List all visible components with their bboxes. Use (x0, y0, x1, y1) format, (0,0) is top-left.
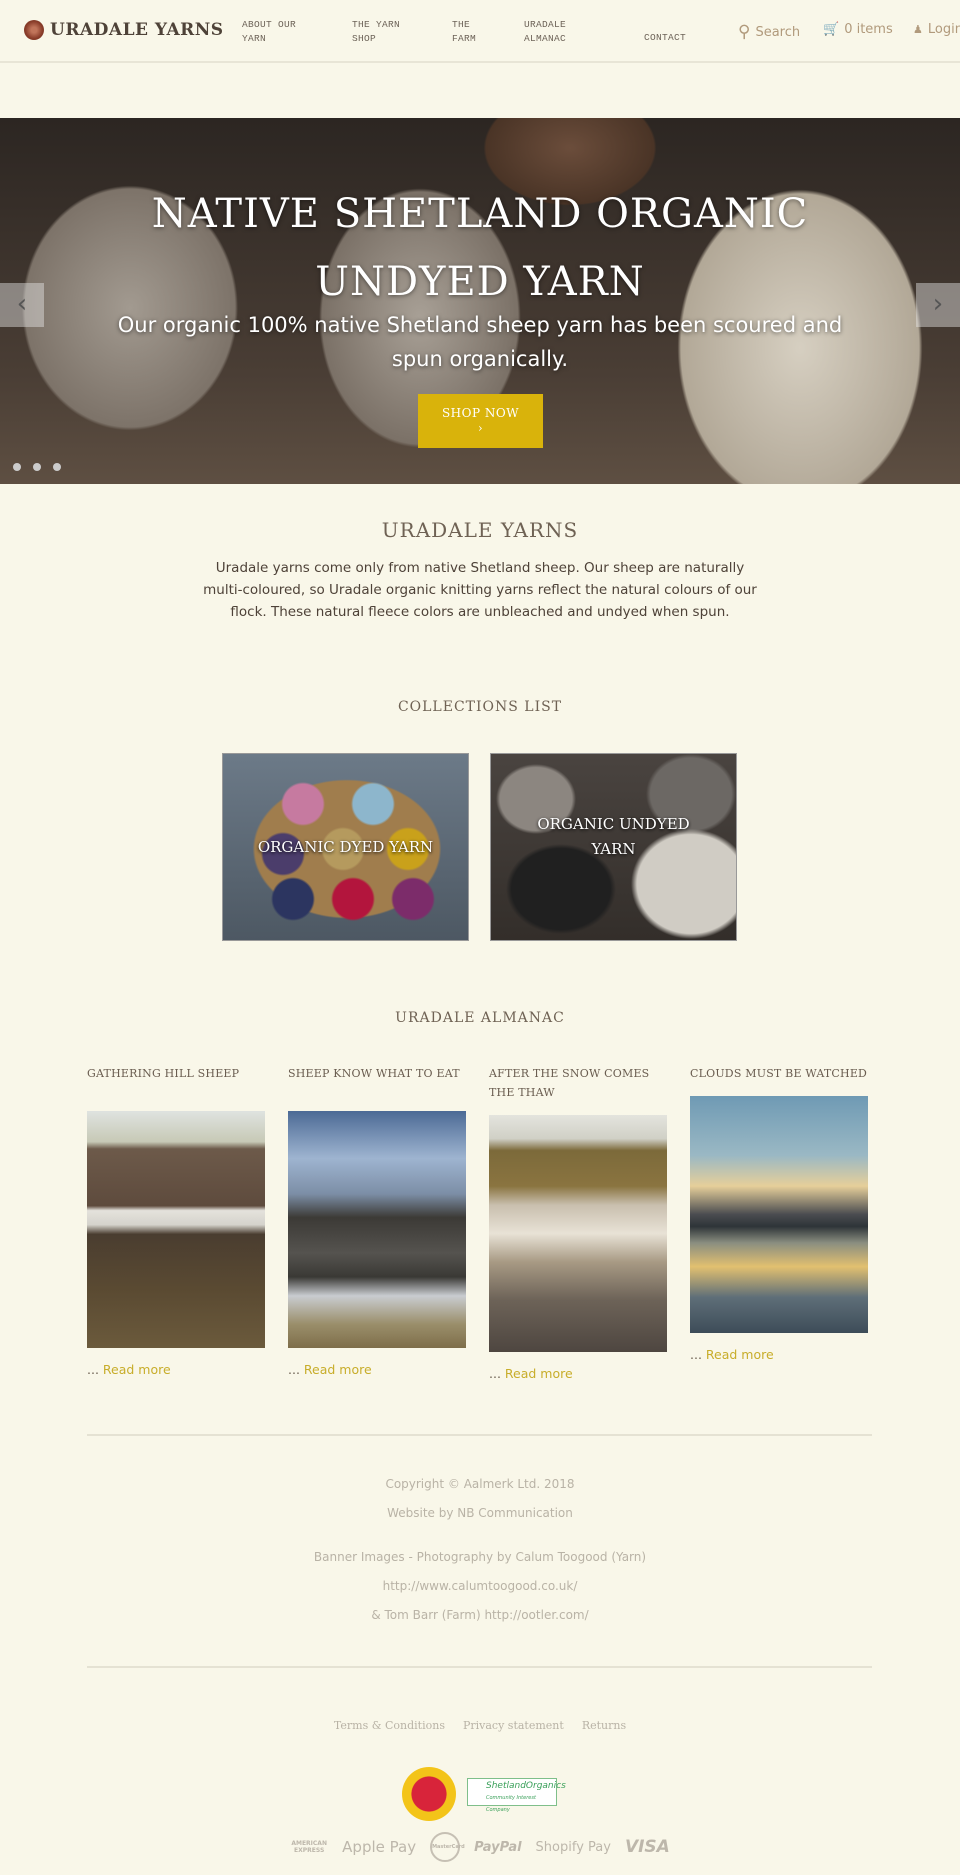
chevron-right-icon: › (477, 421, 484, 435)
hero-subtitle: Our organic 100% native Shetland sheep y… (117, 313, 843, 371)
search-link[interactable]: ⚲ Search (738, 22, 800, 42)
terms-link[interactable]: Terms & Conditions (334, 1719, 445, 1732)
hero-title: NATIVE SHETLAND ORGANIC UNDYED YARN (151, 191, 809, 305)
prev-slide-button[interactable]: ‹ (0, 283, 44, 327)
cart-label: 0 items (844, 22, 893, 37)
amex-icon: AMERICAN EXPRESS (291, 1840, 327, 1854)
post-title[interactable]: GATHERING HILL SHEEP (87, 1064, 265, 1083)
website-credit[interactable]: Website by NB Communication (0, 1506, 960, 1520)
almanac-post: SHEEP KNOW WHAT TO EAT ... Read more (288, 1064, 466, 1377)
search-icon: ⚲ (738, 22, 751, 42)
chevron-right-icon: › (932, 289, 944, 319)
collection-organic-undyed-yarn[interactable]: ORGANIC UNDYED YARN (490, 753, 737, 941)
slide-dots (13, 463, 61, 471)
collection-organic-dyed-yarn[interactable]: ORGANIC DYED YARN (222, 753, 469, 941)
shopify-pay-icon: Shopify Pay (535, 1839, 611, 1855)
returns-link[interactable]: Returns (582, 1719, 626, 1732)
nav-yarn-shop[interactable]: THE YARN SHOP (352, 18, 412, 46)
read-more-link[interactable]: Read more (505, 1366, 573, 1381)
ellipsis: ... (87, 1362, 99, 1377)
user-icon: ♟ (913, 23, 923, 36)
next-slide-button[interactable]: › (916, 283, 960, 327)
cart-link[interactable]: 🛒 0 items (823, 22, 893, 37)
read-more-link[interactable]: Read more (304, 1362, 372, 1377)
read-more-link[interactable]: Read more (103, 1362, 171, 1377)
visa-icon: VISA (624, 1837, 670, 1857)
chevron-left-icon: ‹ (16, 289, 28, 319)
ellipsis: ... (690, 1347, 702, 1362)
post-title[interactable]: CLOUDS MUST BE WATCHED (690, 1064, 868, 1083)
post-image[interactable] (87, 1111, 265, 1348)
post-title[interactable]: AFTER THE SNOW COMES THE THAW (489, 1064, 667, 1102)
badge-subtitle: Community Interest Company (486, 1795, 536, 1813)
collections-title: COLLECTIONS LIST (397, 699, 563, 715)
shop-now-button[interactable]: SHOP NOW › (418, 394, 543, 448)
almanac-post: CLOUDS MUST BE WATCHED ... Read more (690, 1064, 868, 1362)
intro-title: URADALE YARNS (381, 518, 579, 542)
copyright: Copyright © Aalmerk Ltd. 2018 (385, 1477, 575, 1491)
ellipsis: ... (288, 1362, 300, 1377)
read-more: ... Read more (288, 1362, 466, 1377)
apple-pay-icon: Apple Pay (342, 1838, 417, 1856)
privacy-link[interactable]: Privacy statement (463, 1719, 564, 1732)
shetland-organics-badge: ShetlandOrganics Community Interest Compa… (467, 1778, 566, 1813)
post-image[interactable] (288, 1111, 466, 1348)
post-title[interactable]: SHEEP KNOW WHAT TO EAT (288, 1064, 466, 1083)
post-image[interactable] (690, 1096, 868, 1333)
payment-icons: AMERICAN EXPRESS Apple Pay MasterCard Pa… (0, 1832, 960, 1862)
site-header: URADALE YARNS ABOUT OUR YARN THE YARN SH… (0, 0, 960, 63)
badge-name: ShetlandOrganics (486, 1781, 566, 1791)
read-more-link[interactable]: Read more (706, 1347, 774, 1362)
almanac-post: AFTER THE SNOW COMES THE THAW ... Read m… (489, 1064, 667, 1381)
logo-text: URADALE YARNS (50, 20, 224, 40)
search-label: Search (755, 24, 801, 40)
nav-contact[interactable]: CONTACT (644, 31, 686, 45)
photographer-url[interactable]: http://www.calumtoogood.co.uk/ (0, 1579, 960, 1593)
slide-dot[interactable] (13, 463, 21, 471)
farm-credit[interactable]: & Tom Barr (Farm) http://ootler.com/ (0, 1608, 960, 1622)
footer-divider (87, 1666, 872, 1668)
banner-credit: Banner Images - Photography by Calum Too… (313, 1550, 647, 1564)
footer-divider (87, 1434, 872, 1436)
footer-links: Terms & Conditions Privacy statement Ret… (0, 1719, 960, 1732)
read-more: ... Read more (690, 1347, 868, 1362)
mastercard-icon: MasterCard (430, 1832, 465, 1862)
post-image[interactable] (489, 1115, 667, 1352)
paypal-icon: PayPal (474, 1839, 522, 1855)
collection-label: ORGANIC DYED YARN (257, 837, 434, 856)
almanac-title: URADALE ALMANAC (395, 1010, 565, 1026)
nav-almanac[interactable]: URADALE ALMANAC (524, 18, 584, 46)
slide-dot[interactable] (53, 463, 61, 471)
nav-the-farm[interactable]: THE FARM (452, 18, 492, 46)
cart-icon: 🛒 (823, 22, 840, 37)
read-more: ... Read more (87, 1362, 265, 1377)
shop-now-label: SHOP NOW (441, 406, 520, 420)
nav-about-our-yarn[interactable]: ABOUT OUR YARN (242, 18, 317, 46)
ellipsis: ... (489, 1366, 501, 1381)
intro-text: Uradale yarns come only from native Shet… (203, 560, 757, 620)
collection-label: ORGANIC UNDYED YARN (537, 815, 690, 858)
slide-dot[interactable] (33, 463, 41, 471)
read-more: ... Read more (489, 1366, 667, 1381)
pdo-seal-icon (402, 1767, 456, 1821)
logo[interactable]: URADALE YARNS (24, 20, 224, 40)
almanac-post: GATHERING HILL SHEEP ... Read more (87, 1064, 265, 1377)
hero-slider: NATIVE SHETLAND ORGANIC UNDYED YARN Our … (0, 118, 960, 484)
yarn-ball-logo-icon (24, 20, 44, 40)
login-label: Login (927, 22, 960, 37)
login-link[interactable]: ♟ Login (913, 22, 960, 37)
